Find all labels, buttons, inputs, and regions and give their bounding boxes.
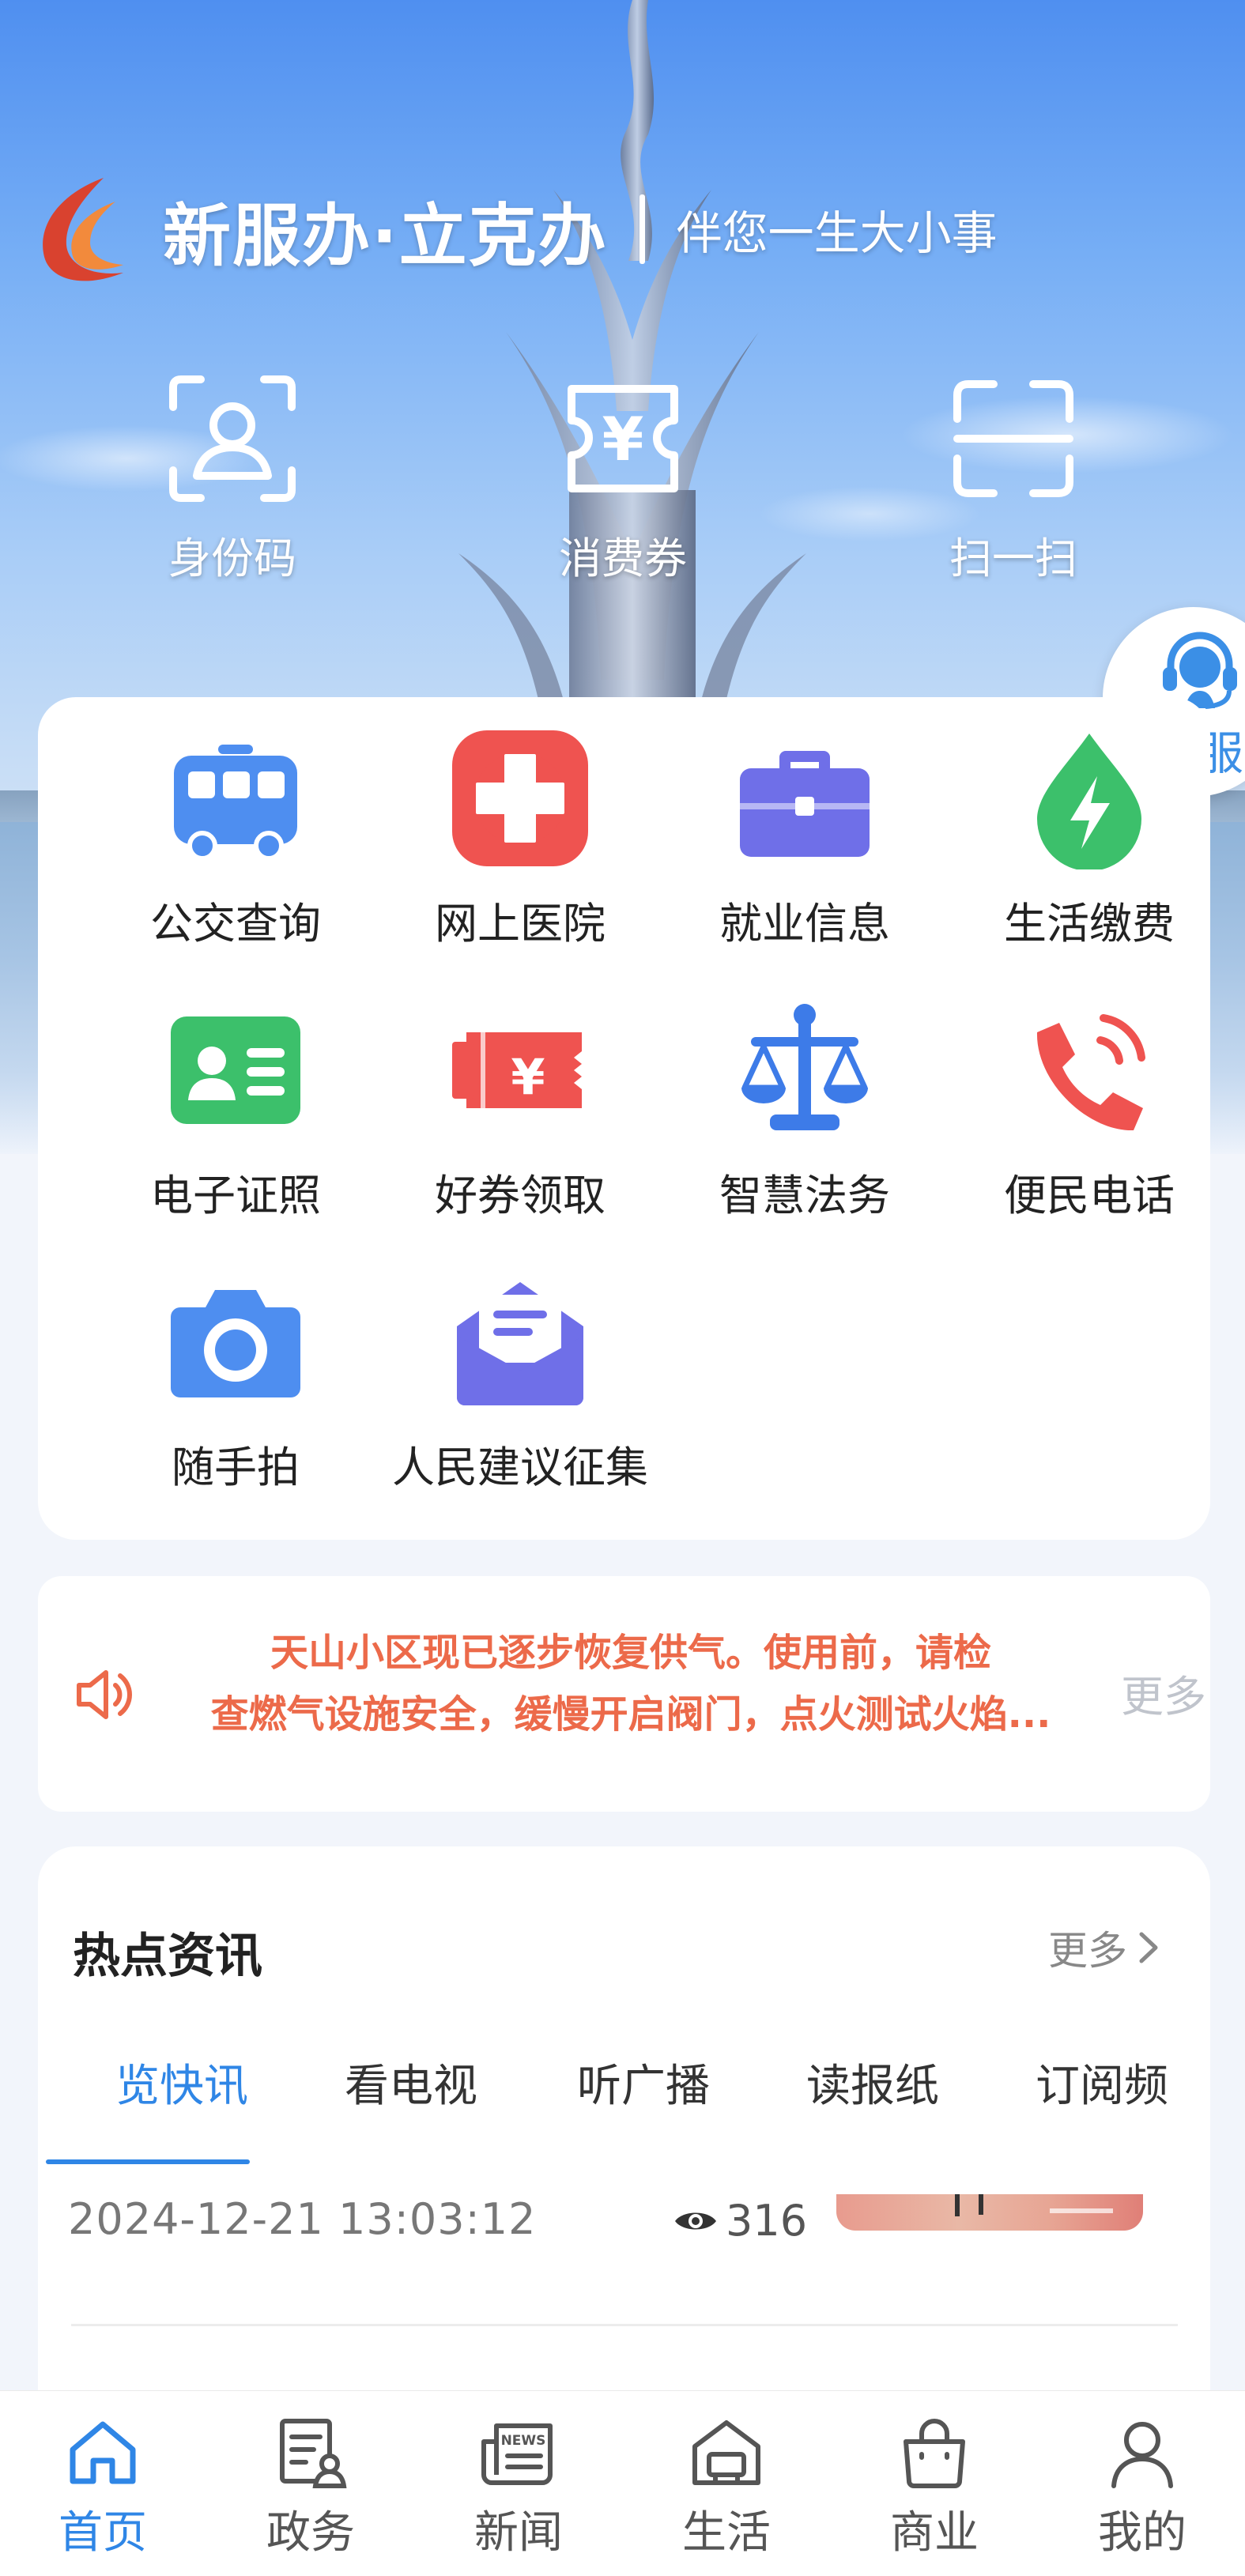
news-item-thumbnail[interactable]	[836, 2194, 1143, 2231]
speaker-icon	[77, 1670, 132, 1719]
quick-label: 扫一扫	[949, 534, 1077, 583]
tab-subscribe[interactable]: 订阅频	[1036, 2050, 1168, 2114]
eye-icon	[675, 2212, 716, 2229]
nav-label: 首页	[58, 2507, 147, 2559]
nav-life[interactable]: 生活	[647, 2415, 805, 2561]
service-coupon-claim[interactable]: ¥ 好券领取	[378, 999, 662, 1252]
newspaper-icon: NEWS	[481, 2423, 553, 2485]
quick-label: 消费券	[559, 534, 687, 583]
service-e-license[interactable]: 电子证照	[93, 999, 378, 1252]
brand-logo-icon	[43, 178, 123, 281]
notice-more-link[interactable]: 更多	[1121, 1661, 1206, 1724]
medical-cross-icon	[452, 730, 588, 866]
nav-label: 商业	[890, 2507, 979, 2559]
news-item-date: 2024-12-21 13:03:12	[68, 2194, 537, 2244]
government-icon	[280, 2419, 347, 2488]
nav-label: 新闻	[474, 2507, 563, 2559]
brand-header: 新服办·立克办 伴您一生大小事	[28, 166, 998, 292]
nav-business[interactable]: 商业	[855, 2415, 1013, 2561]
tab-read-newspaper[interactable]: 读报纸	[806, 2050, 939, 2114]
shopping-bag-icon	[904, 2419, 965, 2488]
camera-icon	[171, 1290, 300, 1397]
service-label: 智慧法务	[719, 1171, 890, 1220]
services-grid: 公交查询 网上医院 就业信息 生活缴费 电子证照 ¥ 好券领取 智慧法务 便民电…	[38, 697, 1210, 1540]
nav-home[interactable]: 首页	[24, 2415, 182, 2561]
nav-government[interactable]: 政务	[232, 2415, 390, 2561]
scales-icon	[741, 1004, 868, 1130]
tab-watch-tv[interactable]: 看电视	[345, 2050, 477, 2114]
service-label: 就业信息	[719, 899, 890, 949]
service-snapshot-report[interactable]: 随手拍	[93, 1271, 378, 1524]
envelope-icon	[457, 1282, 583, 1405]
brand-title: 新服办·立克办	[163, 196, 608, 276]
notice-text: 天山小区现已逐步恢复供气。使用前，请检 查燃气设施安全，缓慢开启阀门，点火测试火…	[164, 1622, 1097, 1745]
home-icon	[70, 2421, 136, 2484]
quick-scan-button[interactable]: 扫一扫	[911, 372, 1116, 585]
nav-news[interactable]: NEWS 新闻	[440, 2415, 598, 2561]
service-smart-legal[interactable]: 智慧法务	[662, 999, 947, 1252]
quick-label: 身份码	[168, 534, 296, 583]
profile-icon	[1111, 2422, 1173, 2488]
notice-line-2: 查燃气设施安全，缓慢开启阀门，点火测试火焰...	[210, 1692, 1051, 1737]
briefcase-icon	[740, 751, 870, 857]
thumbnail-image	[955, 2194, 1113, 2216]
quick-id-code-button[interactable]: 身份码	[130, 372, 335, 585]
service-label: 好券领取	[435, 1171, 606, 1220]
news-divider	[71, 2324, 1178, 2326]
svg-text:¥: ¥	[511, 1048, 545, 1106]
service-employment-info[interactable]: 就业信息	[662, 727, 947, 980]
quick-actions: 身份码 ¥ 消费券 扫一扫	[0, 372, 1245, 585]
service-label: 生活缴费	[1004, 899, 1175, 949]
service-bus-query[interactable]: 公交查询	[93, 727, 378, 980]
brand-divider	[639, 194, 645, 264]
nav-label: 生活	[682, 2507, 771, 2559]
nav-label: 政务	[266, 2507, 355, 2559]
lightning-drop-icon	[1037, 734, 1141, 871]
life-icon	[692, 2420, 760, 2485]
voucher-icon: ¥	[568, 385, 678, 492]
service-convenience-phone[interactable]: 便民电话	[947, 999, 1232, 1252]
coupon-icon: ¥	[452, 1032, 582, 1108]
id-card-icon	[171, 1016, 300, 1124]
scan-icon	[953, 380, 1073, 497]
active-tab-indicator	[46, 2159, 250, 2164]
nav-label: 我的	[1098, 2507, 1187, 2559]
tab-news-flash[interactable]: 览快讯	[115, 2050, 248, 2114]
news-more-label: 更多	[1048, 1928, 1127, 1974]
service-label: 人民建议征集	[392, 1443, 648, 1492]
news-section-title: 热点资讯	[73, 1929, 262, 1984]
phone-icon	[1036, 1014, 1145, 1131]
news-views-count: 316	[726, 2196, 808, 2246]
svg-text:NEWS: NEWS	[501, 2433, 546, 2449]
bus-icon	[174, 745, 297, 861]
id-code-icon	[169, 375, 296, 502]
notice-line-1: 天山小区现已逐步恢复供气。使用前，请检	[270, 1631, 991, 1675]
brand-slogan: 伴您一生大小事	[676, 206, 998, 260]
service-online-hospital[interactable]: 网上医院	[378, 727, 662, 980]
nav-profile[interactable]: 我的	[1063, 2415, 1221, 2561]
bottom-navigation: 首页 政务 NEWS 新闻 生活 商业 我的	[0, 2390, 1245, 2576]
tab-listen-radio[interactable]: 听广播	[577, 2050, 710, 2114]
quick-voucher-button[interactable]: ¥ 消费券	[520, 372, 726, 585]
notice-banner[interactable]: 天山小区现已逐步恢复供气。使用前，请检 查燃气设施安全，缓慢开启阀门，点火测试火…	[38, 1576, 1210, 1812]
service-label: 公交查询	[150, 899, 321, 949]
service-utility-payment[interactable]: 生活缴费	[947, 727, 1232, 980]
service-label: 随手拍	[172, 1443, 300, 1492]
chevron-right-icon	[1139, 1932, 1158, 1963]
service-label: 便民电话	[1004, 1171, 1175, 1220]
svg-text:¥: ¥	[602, 404, 644, 474]
service-label: 电子证照	[150, 1171, 321, 1220]
news-item-views: 316	[672, 2196, 807, 2246]
service-label: 网上医院	[435, 899, 606, 949]
service-public-suggestions[interactable]: 人民建议征集	[378, 1271, 662, 1524]
news-more-link[interactable]: 更多	[1048, 1919, 1160, 1976]
